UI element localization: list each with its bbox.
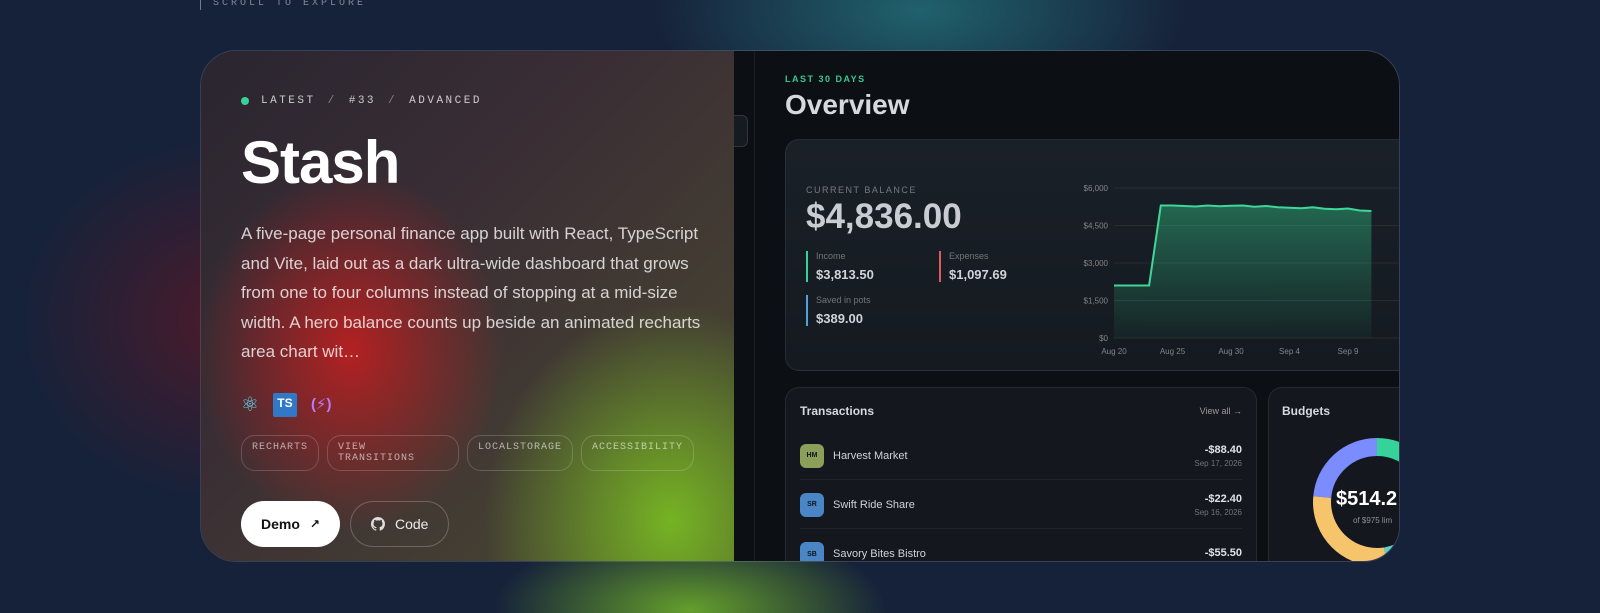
code-label: Code (394, 515, 429, 532)
x-tick-label: Sep 9 (1338, 347, 1359, 356)
transactions-title: Transactions (800, 404, 875, 418)
expenses-value: $1,097.69 (949, 267, 1007, 282)
saved-value: $389.00 (816, 311, 863, 326)
balance-area-chart: $0 $1,500 $3,000 $4,500 $6,000 Aug 20 Aug 25 Au… (1084, 184, 1399, 356)
income-label: Income (816, 251, 846, 261)
dashboard-preview: LAST 30 DAYS Overview CURRENT BALANCE $4… (734, 51, 1399, 561)
budgets-title: Budgets (1282, 404, 1330, 418)
transaction-row[interactable]: SR Swift Ride Share -$22.40 Sep 16, 2026 (800, 481, 1242, 529)
expenses-stat: Expenses $1,097.69 (939, 251, 1007, 282)
vite-icon: (⚡) (310, 395, 332, 413)
project-title: Stash (241, 129, 400, 196)
expenses-label: Expenses (949, 251, 989, 261)
sidebar-tab[interactable] (734, 115, 748, 147)
status-dot-icon (241, 97, 249, 105)
scroll-hint: SCROLL TO EXPLORE (200, 0, 366, 10)
demo-button[interactable]: Demo ↗ (241, 500, 340, 547)
transaction-amount-block: -$55.50 (1205, 547, 1242, 562)
tech-stack: ⚛ TS (⚡) (241, 392, 694, 417)
balance-label: CURRENT BALANCE (806, 185, 917, 195)
dashboard-kicker: LAST 30 DAYS (785, 74, 866, 84)
demo-label: Demo (261, 515, 300, 532)
project-level: ADVANCED (409, 95, 482, 107)
transaction-amount: -$22.40 (1204, 492, 1242, 505)
transaction-amount-block: -$88.40 Sep 17, 2026 (1194, 444, 1242, 468)
y-tick-label: $6,000 (1084, 184, 1109, 193)
tag: VIEW TRANSITIONS (327, 434, 459, 471)
transaction-date: Sep 17, 2026 (1194, 458, 1242, 468)
meta-separator: / (327, 95, 337, 107)
y-tick-label: $3,000 (1084, 259, 1109, 268)
balance-value: $4,836.00 (806, 197, 962, 236)
income-stat: Income $3,813.50 (806, 251, 874, 282)
project-number: #33 (348, 95, 377, 107)
transaction-date: Sep 16, 2026 (1194, 507, 1242, 517)
meta-separator: / (388, 95, 398, 107)
merchant-avatar: SR (800, 492, 824, 517)
sidebar-rail (754, 51, 755, 561)
transactions-card: Transactions View all → HM Harvest Marke… (785, 387, 1257, 561)
x-tick-label: Aug 20 (1101, 347, 1127, 356)
x-tick-label: Sep 4 (1279, 347, 1300, 356)
saved-stat: Saved in pots $389.00 (806, 295, 871, 326)
transaction-row[interactable]: SB Savory Bites Bistro -$55.50 (800, 530, 1242, 561)
y-tick-label: $0 (1099, 334, 1108, 343)
view-all-link[interactable]: View all → (1200, 406, 1242, 416)
merchant-avatar: HM (800, 443, 824, 468)
github-icon (370, 516, 385, 531)
code-button[interactable]: Code (349, 500, 450, 547)
tag: ACCESSIBILITY (580, 434, 694, 471)
tag-list: RECHARTS VIEW TRANSITIONS LOCALSTORAGE A… (241, 434, 694, 471)
merchant-name: Harvest Market (833, 449, 908, 462)
dashboard-title: Overview (785, 89, 910, 120)
react-icon: ⚛ (241, 393, 259, 416)
merchant-name: Swift Ride Share (833, 498, 915, 511)
typescript-icon: TS (272, 392, 297, 417)
project-card: LATEST / #33 / ADVANCED Stash A five-pag… (200, 50, 1400, 562)
project-description: A five-page personal finance app built w… (241, 224, 701, 361)
arrow-up-right-icon: ↗ (309, 516, 320, 531)
merchant-name: Savory Bites Bistro (833, 548, 926, 560)
budget-spent-value: $514.2 (1336, 488, 1398, 510)
balance-card: CURRENT BALANCE $4,836.00 Income $3,813.… (785, 139, 1399, 371)
tag: LOCALSTORAGE (466, 434, 573, 471)
project-info-panel: LATEST / #33 / ADVANCED Stash A five-pag… (201, 51, 734, 561)
transaction-amount: -$88.40 (1204, 443, 1242, 456)
tag: RECHARTS (241, 434, 320, 471)
y-tick-label: $1,500 (1084, 297, 1109, 306)
income-value: $3,813.50 (816, 267, 874, 282)
action-buttons: Demo ↗ Code (241, 500, 694, 547)
budget-limit-label: of $975 lim (1353, 516, 1393, 525)
y-tick-label: $4,500 (1084, 222, 1109, 231)
transaction-amount: -$55.50 (1204, 546, 1242, 559)
x-tick-label: Aug 25 (1160, 347, 1186, 356)
merchant-avatar: SB (800, 542, 824, 561)
x-tick-label: Aug 30 (1218, 347, 1244, 356)
transaction-amount-block: -$22.40 Sep 16, 2026 (1194, 493, 1242, 517)
project-meta: LATEST / #33 / ADVANCED (241, 95, 694, 107)
transaction-row[interactable]: HM Harvest Market -$88.40 Sep 17, 2026 (800, 432, 1242, 480)
saved-label: Saved in pots (816, 295, 871, 305)
budgets-card: Budgets $514.2 of $975 lim (1268, 387, 1399, 561)
status-label: LATEST (261, 95, 316, 107)
